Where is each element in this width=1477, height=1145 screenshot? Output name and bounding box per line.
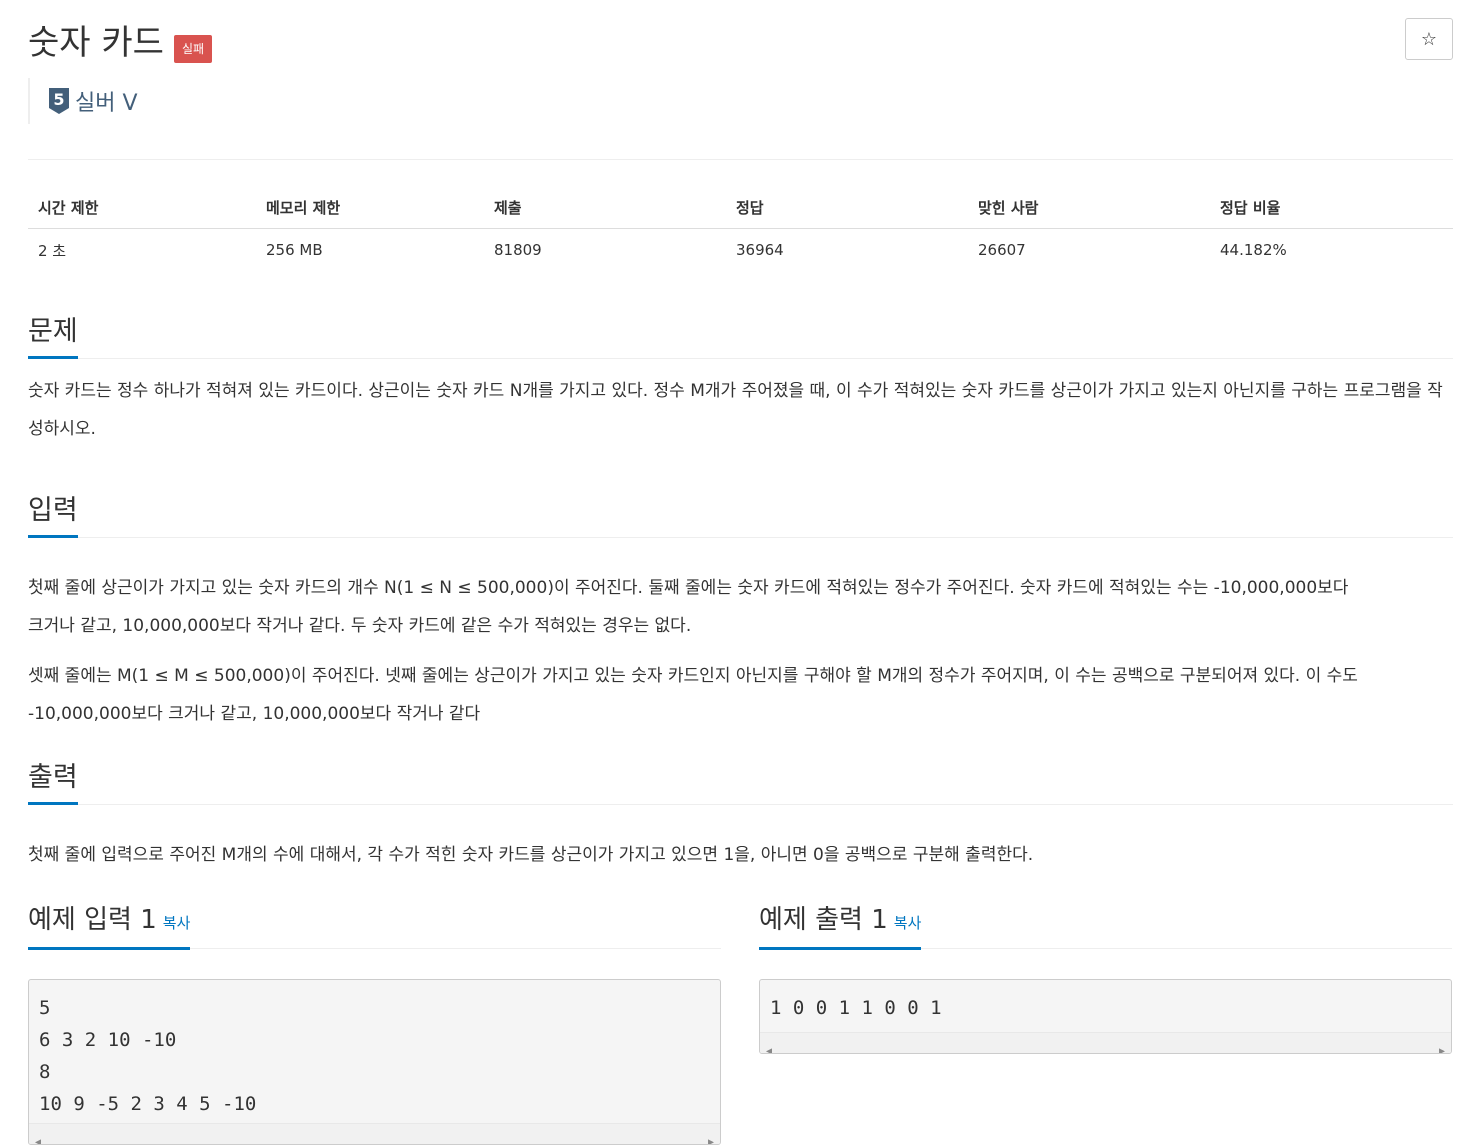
memory-limit-value: 256 MB (266, 241, 323, 259)
table-header-row: 시간 제한 메모리 제한 제출 정답 맞힌 사람 정답 비율 (28, 186, 1453, 229)
scroll-left-arrow-icon[interactable]: ◀ (35, 1127, 41, 1144)
header-ratio: 정답 비율 (1210, 186, 1453, 229)
output-section: 출력 첫째 줄에 입력으로 주어진 M개의 수에 대해서, 각 수가 적힌 숫자… (28, 758, 1453, 884)
accepted-value[interactable]: 36964 (726, 229, 968, 272)
problem-section: 문제 숫자 카드는 정수 하나가 적혀져 있는 카드이다. 상근이는 숫자 카드… (28, 312, 1453, 458)
paragraph: 셋째 줄에는 M(1 ≤ M ≤ 500,000)이 주어진다. 넷째 줄에는 … (28, 666, 1358, 724)
section-head: 입력 (28, 491, 1453, 538)
tier-info: 5 실버 V (28, 78, 138, 124)
section-head: 출력 (28, 758, 1453, 805)
submissions-value[interactable]: 81809 (484, 229, 726, 272)
tier-badge-icon: 5 (49, 88, 69, 114)
page-title: 숫자 카드 (28, 23, 164, 63)
sample-output-title: 예제 출력 1 복사 (759, 900, 922, 950)
sample-output-box[interactable]: 1 0 0 1 1 0 0 1 ◀ ▶ (759, 979, 1452, 1054)
header-submissions: 제출 (484, 186, 726, 229)
divider (28, 159, 1453, 160)
problem-info-table: 시간 제한 메모리 제한 제출 정답 맞힌 사람 정답 비율 2 초 256 M… (28, 186, 1453, 271)
sample-line: 6 3 2 10 -10 (39, 1029, 177, 1051)
paragraph: 숫자 카드는 정수 하나가 적혀져 있는 카드이다. 상근이는 숫자 카드 N개… (28, 381, 1443, 439)
title-row: 숫자 카드 실패 (28, 18, 213, 68)
scroll-left-arrow-icon[interactable]: ◀ (766, 1036, 772, 1053)
sample-head: 예제 입력 1 복사 (28, 900, 721, 950)
paragraph: 첫째 줄에 입력으로 주어진 M개의 수에 대해서, 각 수가 적힌 숫자 카드… (28, 845, 1034, 865)
output-description: 첫째 줄에 입력으로 주어진 M개의 수에 대해서, 각 수가 적힌 숫자 카드… (28, 836, 1453, 874)
time-limit-value: 2 초 (38, 241, 67, 260)
solvers-value[interactable]: 26607 (968, 229, 1210, 272)
sample-output-column: 예제 출력 1 복사 1 0 0 1 1 0 0 1 ◀ ▶ (759, 900, 1452, 1054)
favorite-button[interactable]: ☆ (1405, 18, 1453, 60)
problem-description: 숫자 카드는 정수 하나가 적혀져 있는 카드이다. 상근이는 숫자 카드 N개… (28, 372, 1453, 448)
sample-output-title-text: 예제 출력 1 (759, 905, 888, 935)
horizontal-scrollbar[interactable]: ◀ ▶ (760, 1032, 1451, 1053)
copy-input-button[interactable]: 복사 (163, 914, 191, 932)
section-title-problem: 문제 (28, 312, 78, 359)
section-title-input: 입력 (28, 491, 78, 538)
sample-input-title-text: 예제 입력 1 (28, 905, 157, 935)
sample-line: 10 9 -5 2 3 4 5 -10 (39, 1093, 257, 1115)
header-solvers: 맞힌 사람 (968, 186, 1210, 229)
section-head: 문제 (28, 312, 1453, 359)
ratio-value: 44.182% (1220, 241, 1287, 259)
horizontal-scrollbar[interactable]: ◀ ▶ (29, 1123, 720, 1144)
table-row: 2 초 256 MB 81809 36964 26607 44.182% (28, 229, 1453, 272)
input-section: 입력 첫째 줄에 상근이가 가지고 있는 숫자 카드의 개수 N(1 ≤ N ≤… (28, 491, 1453, 743)
sample-input-title: 예제 입력 1 복사 (28, 900, 191, 950)
sample-line: 8 (39, 1061, 51, 1083)
tier-number: 5 (53, 90, 64, 109)
sample-input-column: 예제 입력 1 복사 5 6 3 2 10 -10 8 10 9 -5 2 3 4… (28, 900, 721, 1145)
header-time-limit: 시간 제한 (28, 186, 256, 229)
sample-line: 1 0 0 1 1 0 0 1 (770, 997, 942, 1019)
header-accepted: 정답 (726, 186, 968, 229)
scroll-right-arrow-icon[interactable]: ▶ (708, 1127, 714, 1144)
status-badge: 실패 (173, 35, 213, 63)
scroll-right-arrow-icon[interactable]: ▶ (1439, 1036, 1445, 1053)
star-icon: ☆ (1420, 28, 1438, 50)
input-description: 첫째 줄에 상근이가 가지고 있는 숫자 카드의 개수 N(1 ≤ N ≤ 50… (28, 569, 1453, 733)
sample-head: 예제 출력 1 복사 (759, 900, 1452, 950)
section-title-output: 출력 (28, 758, 78, 805)
paragraph: 첫째 줄에 상근이가 가지고 있는 숫자 카드의 개수 N(1 ≤ N ≤ 50… (28, 578, 1349, 636)
sample-line: 5 (39, 997, 51, 1019)
tier-label[interactable]: 실버 V (75, 85, 138, 117)
header-memory-limit: 메모리 제한 (256, 186, 484, 229)
sample-input-box[interactable]: 5 6 3 2 10 -10 8 10 9 -5 2 3 4 5 -10 ◀ ▶ (28, 979, 721, 1145)
copy-output-button[interactable]: 복사 (894, 914, 922, 932)
